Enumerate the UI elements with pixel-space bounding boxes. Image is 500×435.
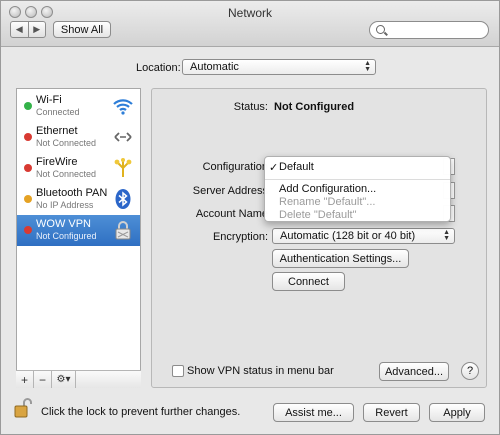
add-service-button[interactable]: + bbox=[16, 371, 34, 388]
lock-hint-text: Click the lock to prevent further change… bbox=[41, 406, 241, 418]
back-forward-buttons: ◀ ▶ bbox=[10, 21, 46, 38]
menu-item-add-configuration[interactable]: Add Configuration... bbox=[279, 183, 376, 195]
encryption-label: Encryption: bbox=[212, 231, 268, 243]
select-arrows-icon: ▲ ▼ bbox=[443, 229, 450, 242]
show-vpn-status-label: Show VPN status in menu bar bbox=[187, 365, 334, 377]
status-label: Status: bbox=[233, 101, 268, 113]
service-status: Not Connected bbox=[36, 138, 97, 148]
service-status: No IP Address bbox=[36, 200, 94, 210]
menu-item-rename-default[interactable]: Rename "Default"... bbox=[279, 196, 375, 208]
service-status: Not Configured bbox=[36, 231, 97, 241]
status-dot bbox=[24, 226, 32, 234]
service-status: Not Connected bbox=[36, 169, 97, 179]
location-select[interactable]: Automatic ▲ ▼ bbox=[182, 59, 376, 75]
authentication-settings-button[interactable]: Authentication Settings... bbox=[272, 249, 409, 268]
connect-button[interactable]: Connect bbox=[272, 272, 345, 291]
service-status: Connected bbox=[36, 107, 80, 117]
apply-button[interactable]: Apply bbox=[429, 403, 485, 422]
encryption-select[interactable]: Automatic (128 bit or 40 bit) ▲ ▼ bbox=[272, 228, 455, 244]
encryption-value: Automatic (128 bit or 40 bit) bbox=[280, 230, 416, 242]
service-name: Bluetooth PAN bbox=[36, 187, 108, 199]
status-dot bbox=[24, 195, 32, 203]
action-menu-button[interactable]: ⚙▾ bbox=[52, 371, 76, 388]
vpn-lock-icon bbox=[115, 221, 131, 240]
configuration-menu: ✓ Default Add Configuration... Rename "D… bbox=[264, 156, 451, 222]
service-item-bluetooth-pan[interactable]: Bluetooth PAN No IP Address bbox=[17, 184, 140, 215]
status-value: Not Configured bbox=[274, 101, 355, 113]
status-dot bbox=[24, 164, 32, 172]
status-dot bbox=[24, 102, 32, 110]
lock-open-icon[interactable] bbox=[14, 397, 32, 419]
service-list-toolbar: + − ⚙▾ bbox=[16, 370, 141, 388]
advanced-button[interactable]: Advanced... bbox=[379, 362, 449, 381]
wifi-icon bbox=[113, 99, 133, 115]
show-all-button[interactable]: Show All bbox=[53, 21, 111, 38]
menu-separator bbox=[265, 179, 450, 180]
status-dot bbox=[24, 133, 32, 141]
service-name: Ethernet bbox=[36, 125, 78, 137]
firewire-icon bbox=[114, 158, 132, 177]
help-button[interactable]: ? bbox=[461, 362, 479, 380]
service-item-ethernet[interactable]: Ethernet Not Connected bbox=[17, 122, 140, 153]
menu-item-default[interactable]: Default bbox=[279, 161, 314, 173]
back-icon[interactable]: ◀ bbox=[11, 22, 29, 37]
service-name: Wi-Fi bbox=[36, 94, 62, 106]
service-item-wow-vpn[interactable]: WOW VPN Not Configured bbox=[17, 215, 140, 246]
menu-item-delete-default[interactable]: Delete "Default" bbox=[279, 209, 357, 221]
service-name: WOW VPN bbox=[36, 218, 91, 230]
service-item-firewire[interactable]: FireWire Not Connected bbox=[17, 153, 140, 184]
service-list: Wi-Fi Connected Ethernet Not Connected F… bbox=[16, 88, 141, 388]
select-arrows-icon: ▲ ▼ bbox=[364, 60, 371, 73]
server-address-label: Server Address bbox=[192, 185, 268, 197]
assist-me-button[interactable]: Assist me... bbox=[273, 403, 354, 422]
title-bar: Network ◀ ▶ Show All bbox=[1, 1, 499, 47]
service-name: FireWire bbox=[36, 156, 78, 168]
location-label: Location: bbox=[136, 62, 181, 74]
bluetooth-icon bbox=[115, 189, 131, 209]
window-title: Network bbox=[227, 6, 272, 20]
checkmark-icon: ✓ bbox=[269, 162, 279, 174]
forward-icon[interactable]: ▶ bbox=[29, 22, 46, 37]
show-vpn-status-checkbox[interactable] bbox=[172, 365, 184, 377]
network-preferences-window: Network ◀ ▶ Show All Location: Automatic… bbox=[0, 0, 500, 435]
revert-button[interactable]: Revert bbox=[363, 403, 420, 422]
account-name-label: Account Name bbox=[195, 208, 268, 220]
configuration-label: Configuration bbox=[202, 161, 268, 173]
service-item-wifi[interactable]: Wi-Fi Connected bbox=[17, 91, 140, 122]
ethernet-icon bbox=[114, 132, 132, 142]
search-field[interactable] bbox=[369, 21, 489, 39]
search-icon bbox=[376, 25, 385, 34]
remove-service-button[interactable]: − bbox=[34, 371, 52, 388]
location-value: Automatic bbox=[190, 61, 239, 73]
